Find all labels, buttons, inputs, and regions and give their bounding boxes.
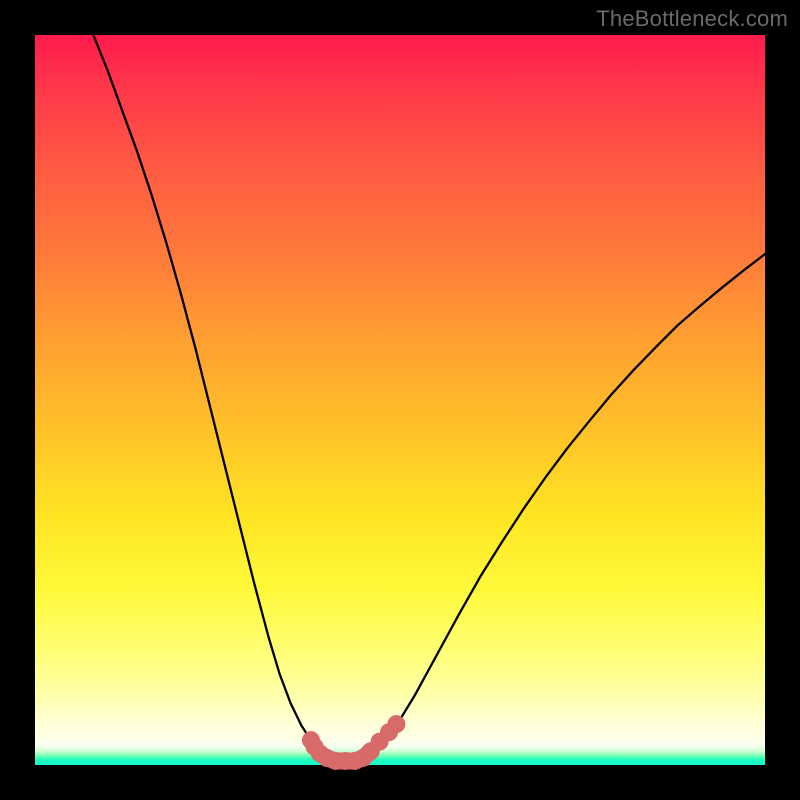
plot-area [35,35,765,765]
chart-svg [35,35,765,765]
watermark-text: TheBottleneck.com [596,6,788,32]
chart-frame: TheBottleneck.com [0,0,800,800]
bottleneck-curve [93,35,765,761]
flat-region-dot [387,715,405,733]
